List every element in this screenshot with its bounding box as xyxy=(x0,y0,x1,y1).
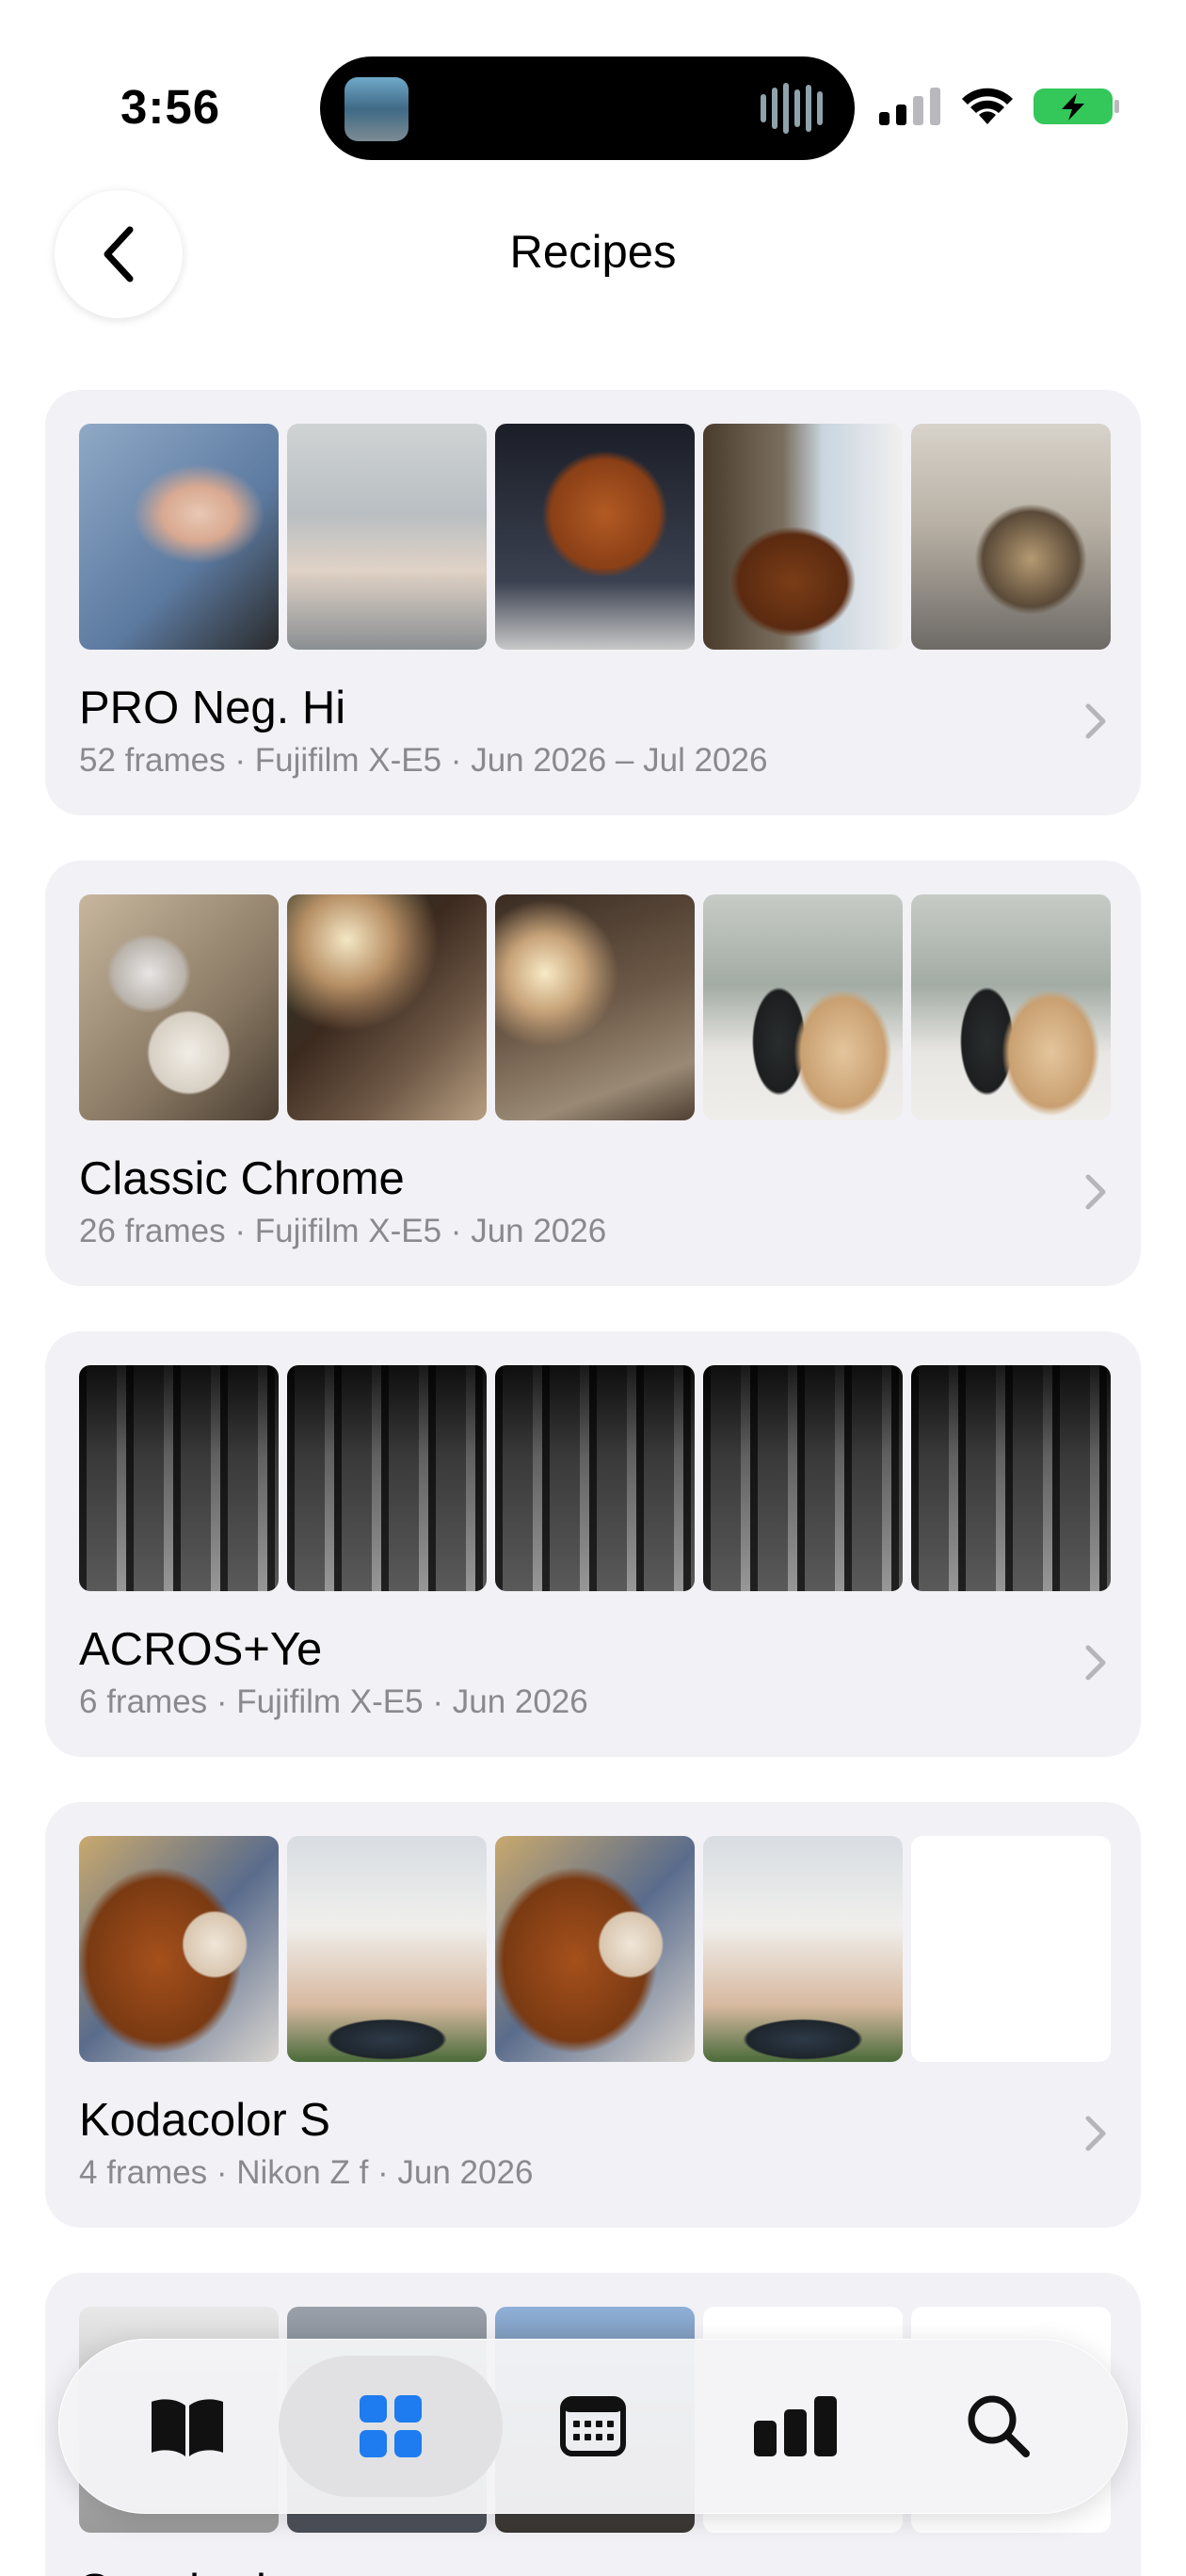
thumbnail-photo xyxy=(495,1365,695,1591)
book-icon xyxy=(152,2399,223,2456)
tab-stats[interactable] xyxy=(683,2356,907,2497)
tab-search[interactable] xyxy=(887,2356,1111,2497)
dynamic-island[interactable] xyxy=(320,56,855,160)
grid-icon xyxy=(360,2395,422,2457)
recipe-meta: 26 frames · Fujifilm X-E5 · Jun 2026 xyxy=(79,1213,607,1249)
bar-chart-icon xyxy=(754,2396,837,2456)
tab-calendar[interactable] xyxy=(481,2356,705,2497)
recipe-name: Kodacolor S xyxy=(79,2095,330,2146)
search-icon xyxy=(968,2395,1030,2457)
wifi-icon xyxy=(962,88,1013,124)
recipe-card-kodacolor-s[interactable]: Kodacolor S 4 frames · Nikon Z f · Jun 2… xyxy=(45,1802,1141,2228)
thumbnail-photo xyxy=(495,424,695,650)
thumbnail-photo xyxy=(79,894,279,1120)
chevron-right-icon xyxy=(1085,1174,1106,1210)
page-title: Recipes xyxy=(509,227,677,278)
thumbnail-photo xyxy=(495,1836,695,2062)
thumbnail-photo xyxy=(79,1365,279,1591)
status-time: 3:56 xyxy=(120,80,221,134)
recipe-meta: 6 frames · Fujifilm X-E5 · Jun 2026 xyxy=(79,1683,588,1720)
empty-thumbnail-slot xyxy=(911,1836,1111,2062)
status-icons xyxy=(879,87,1120,126)
thumbnail-photo xyxy=(703,1365,903,1591)
tab-recipes[interactable] xyxy=(279,2356,503,2497)
thumbnail-photo xyxy=(911,424,1111,650)
chevron-right-icon xyxy=(1085,2116,1106,2151)
calendar-icon xyxy=(560,2396,626,2456)
thumbnail-photo xyxy=(703,894,903,1120)
recipe-name: Classic Chrome xyxy=(79,1153,405,1204)
thumbnail-photo xyxy=(287,894,487,1120)
tab-journal[interactable] xyxy=(75,2356,299,2497)
thumbnail-photo xyxy=(703,424,903,650)
signal-icon xyxy=(879,88,940,125)
recipe-card-acros-ye[interactable]: ACROS+Ye 6 frames · Fujifilm X-E5 · Jun … xyxy=(45,1331,1141,1757)
thumbnail-strip xyxy=(79,894,1111,1120)
thumbnail-photo xyxy=(79,424,279,650)
recipe-card-classic-chrome[interactable]: Classic Chrome 26 frames · Fujifilm X-E5… xyxy=(45,861,1141,1286)
tab-bar xyxy=(58,2339,1128,2514)
battery-charging-icon xyxy=(1034,89,1119,124)
thumbnail-photo xyxy=(495,894,695,1120)
recipe-card-pro-neg-hi[interactable]: PRO Neg. Hi 52 frames · Fujifilm X-E5 · … xyxy=(45,390,1141,815)
chevron-right-icon xyxy=(1085,1645,1106,1681)
thumbnail-photo xyxy=(287,424,487,650)
thumbnail-strip xyxy=(79,1365,1111,1591)
recipe-meta: 52 frames · Fujifilm X-E5 · Jun 2026 – J… xyxy=(79,742,768,779)
thumbnail-photo xyxy=(287,1836,487,2062)
thumbnail-strip xyxy=(79,424,1111,650)
audio-waveform-icon xyxy=(761,83,826,134)
thumbnail-photo xyxy=(79,1836,279,2062)
thumbnail-photo xyxy=(911,1365,1111,1591)
recipe-meta: 4 frames · Nikon Z f · Jun 2026 xyxy=(79,2154,534,2191)
recipe-name: ACROS+Ye xyxy=(79,1624,323,1675)
recipe-name: Standard xyxy=(79,2565,266,2576)
now-playing-artwork xyxy=(345,77,409,141)
thumbnail-photo xyxy=(703,1836,903,2062)
thumbnail-photo xyxy=(911,894,1111,1120)
chevron-right-icon xyxy=(1085,703,1106,739)
thumbnail-photo xyxy=(287,1365,487,1591)
thumbnail-strip xyxy=(79,1836,1111,2062)
recipe-name: PRO Neg. Hi xyxy=(79,683,346,733)
